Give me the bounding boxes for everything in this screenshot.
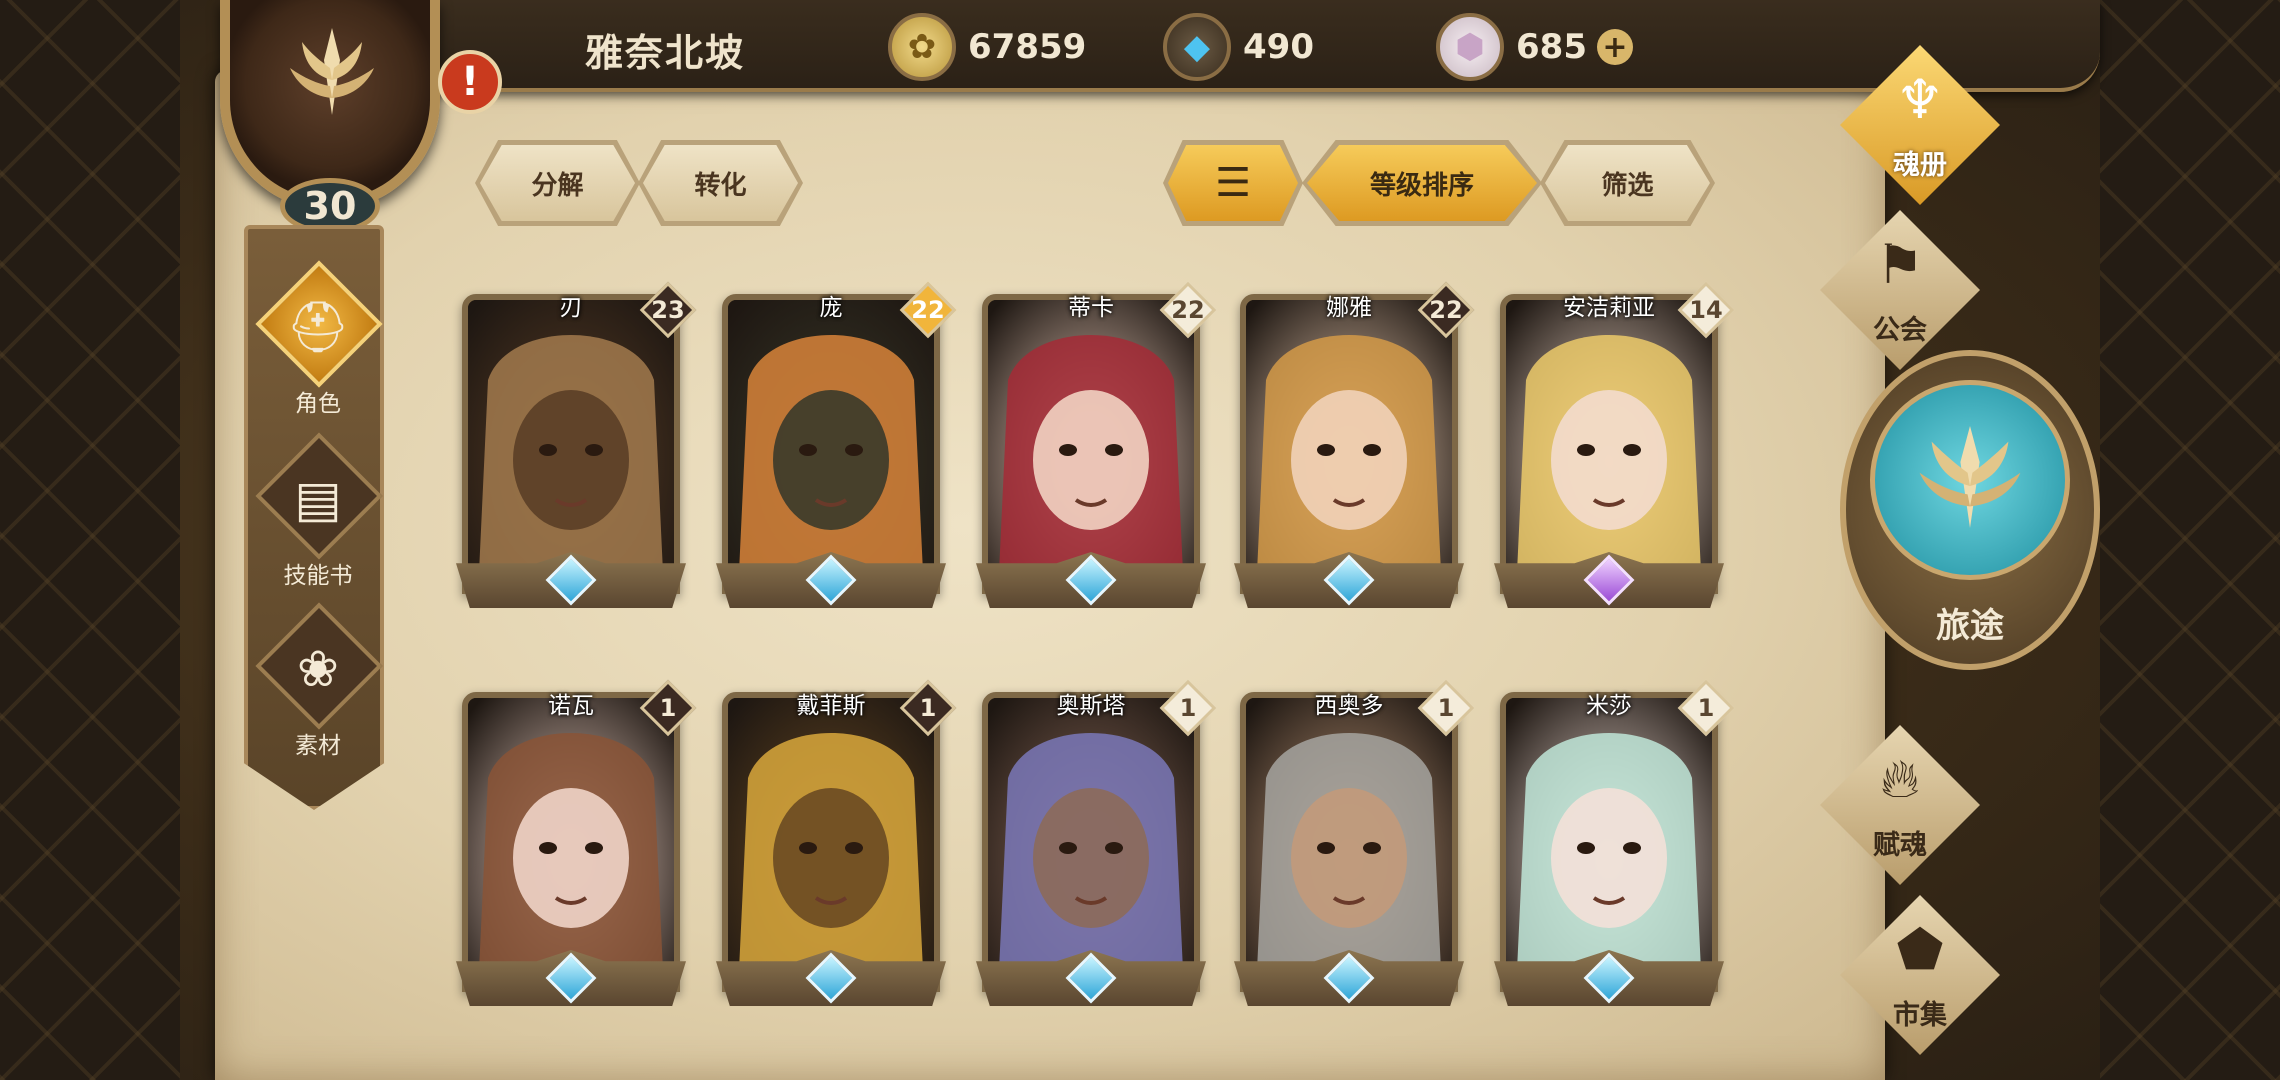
left-nav-label: 素材: [295, 733, 341, 759]
pink-gem-icon: ⬢: [1436, 13, 1504, 81]
material-beast-icon: ❀: [297, 640, 339, 698]
sort-by-level-button[interactable]: 等级排序: [1307, 145, 1537, 221]
level-badge: 23: [639, 281, 697, 339]
crystal-value: 490: [1243, 27, 1314, 67]
right-nav-soul-infusion[interactable]: 🔥︎ 赋魂: [1780, 725, 2020, 885]
gem-resource[interactable]: ⬢ 685 +: [1436, 12, 1633, 82]
character-level: 22: [1429, 296, 1463, 324]
bear-portrait: [468, 300, 674, 588]
character-level: 22: [1171, 296, 1205, 324]
level-badge: 14: [1677, 281, 1735, 339]
card-frame: [462, 692, 680, 992]
character-level: 1: [919, 694, 937, 722]
sort-order-button[interactable]: ☰: [1168, 145, 1298, 221]
card-frame: [462, 294, 680, 594]
character-level: 1: [1437, 694, 1455, 722]
journey-emblem-icon: [1919, 426, 2021, 528]
grey-hair-man-portrait: [1246, 698, 1452, 986]
gold-value: 67859: [968, 27, 1087, 67]
card-frame: [982, 294, 1200, 594]
helmet-icon: ⛑: [286, 297, 350, 356]
player-name: 雅奈北坡: [585, 31, 746, 75]
mint-hair-girl-portrait: [1506, 698, 1712, 986]
card-frame: [1500, 692, 1718, 992]
level-badge: 1: [1159, 679, 1217, 737]
purple-hair-man-portrait: [988, 698, 1194, 986]
alert-icon[interactable]: !: [438, 50, 502, 114]
sort-lines-icon: ☰: [1215, 160, 1251, 206]
character-card[interactable]: 戴菲斯 1: [716, 679, 957, 1010]
decompose-button[interactable]: 分解: [480, 145, 635, 221]
level-badge: 1: [899, 679, 957, 737]
left-nav-label: 技能书: [283, 563, 353, 589]
level-badge: 22: [899, 281, 957, 339]
flame-swirl-icon: 🔥︎: [1880, 747, 1920, 810]
character-level: 1: [659, 694, 677, 722]
right-nav-guild[interactable]: ⚑ 公会: [1780, 210, 2020, 370]
character-card[interactable]: 诺瓦 1: [456, 679, 697, 1010]
character-card[interactable]: 安洁莉亚 14: [1494, 281, 1735, 612]
add-gem-button[interactable]: +: [1596, 29, 1633, 65]
left-nav-characters[interactable]: ⛑ 角色: [248, 260, 384, 439]
filter-button[interactable]: 筛选: [1545, 145, 1710, 221]
left-nav-panel: ⛑ 角色 ▤ 技能书 ❀ 素材: [244, 225, 384, 810]
right-nav-label: 赋魂: [1873, 830, 1927, 861]
blonde-boy-portrait: [1246, 300, 1452, 588]
gold-resource: ✿ 67859: [888, 12, 1086, 82]
blue-crystal-icon: ◆: [1163, 13, 1231, 81]
character-level: 1: [1697, 694, 1715, 722]
right-nav-soul-book[interactable]: ♆ 魂册: [1800, 45, 2040, 205]
soul-book-icon: ♆: [1895, 67, 1945, 131]
background-right-pattern: [2090, 0, 2280, 1080]
crystal-resource: ◆ 490: [1163, 12, 1314, 82]
card-frame: [1240, 294, 1458, 594]
market-gem-icon: ⬟: [1896, 917, 1944, 981]
character-card[interactable]: 蒂卡 22: [976, 281, 1217, 612]
guild-banner-icon: ⚑: [1875, 232, 1925, 296]
character-level: 23: [651, 296, 685, 324]
level-badge: 22: [1417, 281, 1475, 339]
character-card[interactable]: 刃 23: [456, 281, 697, 612]
player-level-emblem[interactable]: 30: [212, 0, 452, 240]
gold-coin-icon: ✿: [888, 13, 956, 81]
left-nav-materials[interactable]: ❀ 素材: [248, 602, 384, 781]
red-hair-girl-portrait: [988, 300, 1194, 588]
left-nav-skill-books[interactable]: ▤ 技能书: [248, 432, 384, 611]
card-frame: [1500, 294, 1718, 594]
journey-button[interactable]: 旅途: [1840, 350, 2100, 710]
level-badge: 1: [639, 679, 697, 737]
right-nav-label: 魂册: [1893, 150, 1947, 181]
character-card[interactable]: 娜雅 22: [1234, 281, 1475, 612]
blonde-girl-portrait: [1506, 300, 1712, 588]
character-level: 14: [1689, 296, 1723, 324]
character-card[interactable]: 奥斯塔 1: [976, 679, 1217, 1010]
background-left-pattern: [0, 0, 185, 1080]
tiger-portrait: [728, 300, 934, 588]
journey-label: 旅途: [1936, 606, 2004, 646]
right-nav-label: 市集: [1893, 1000, 1947, 1031]
level-badge: 22: [1159, 281, 1217, 339]
golden-serpent-portrait: [728, 698, 934, 986]
brown-hair-girl-portrait: [468, 698, 674, 986]
right-nav-market[interactable]: ⬟ 市集: [1800, 895, 2040, 1055]
right-nav-label: 公会: [1873, 315, 1927, 346]
character-card[interactable]: 米莎 1: [1494, 679, 1735, 1010]
character-card[interactable]: 西奥多 1: [1234, 679, 1475, 1010]
card-frame: [982, 692, 1200, 992]
character-card[interactable]: 庞 22: [716, 281, 957, 612]
card-frame: [722, 692, 940, 992]
level-badge: 1: [1417, 679, 1475, 737]
left-nav-label: 角色: [295, 391, 341, 417]
gem-value: 685: [1516, 27, 1587, 67]
card-frame: [722, 294, 940, 594]
character-level: 22: [911, 296, 945, 324]
trident-crest-icon: [290, 28, 374, 115]
card-frame: [1240, 692, 1458, 992]
level-badge: 1: [1677, 679, 1735, 737]
skill-book-icon: ▤: [294, 470, 342, 528]
character-level: 1: [1179, 694, 1197, 722]
convert-button[interactable]: 转化: [643, 145, 798, 221]
